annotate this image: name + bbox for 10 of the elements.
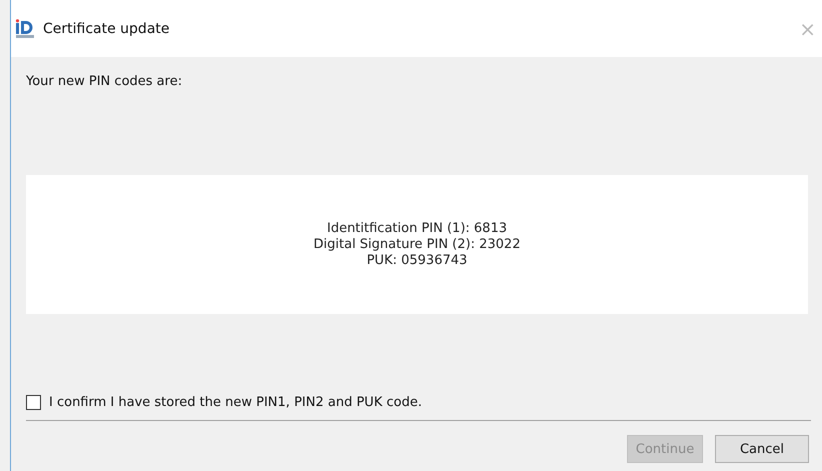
window-title: Certificate update (43, 20, 170, 36)
code-line: PUK: 05936743 (366, 252, 468, 268)
code-line: Identitfication PIN (1): 6813 (326, 220, 507, 236)
intro-text: Your new PIN codes are: (26, 74, 182, 89)
confirm-checkbox[interactable] (26, 395, 41, 410)
code-line: Digital Signature PIN (2): 23022 (314, 236, 520, 252)
confirm-label: I confirm I have stored the new PIN1, PIN2 and PUK code. (49, 395, 422, 410)
close-button[interactable]: × (797, 16, 818, 40)
app-logo-icon (15, 18, 35, 38)
cancel-button[interactable]: Cancel (715, 435, 809, 463)
